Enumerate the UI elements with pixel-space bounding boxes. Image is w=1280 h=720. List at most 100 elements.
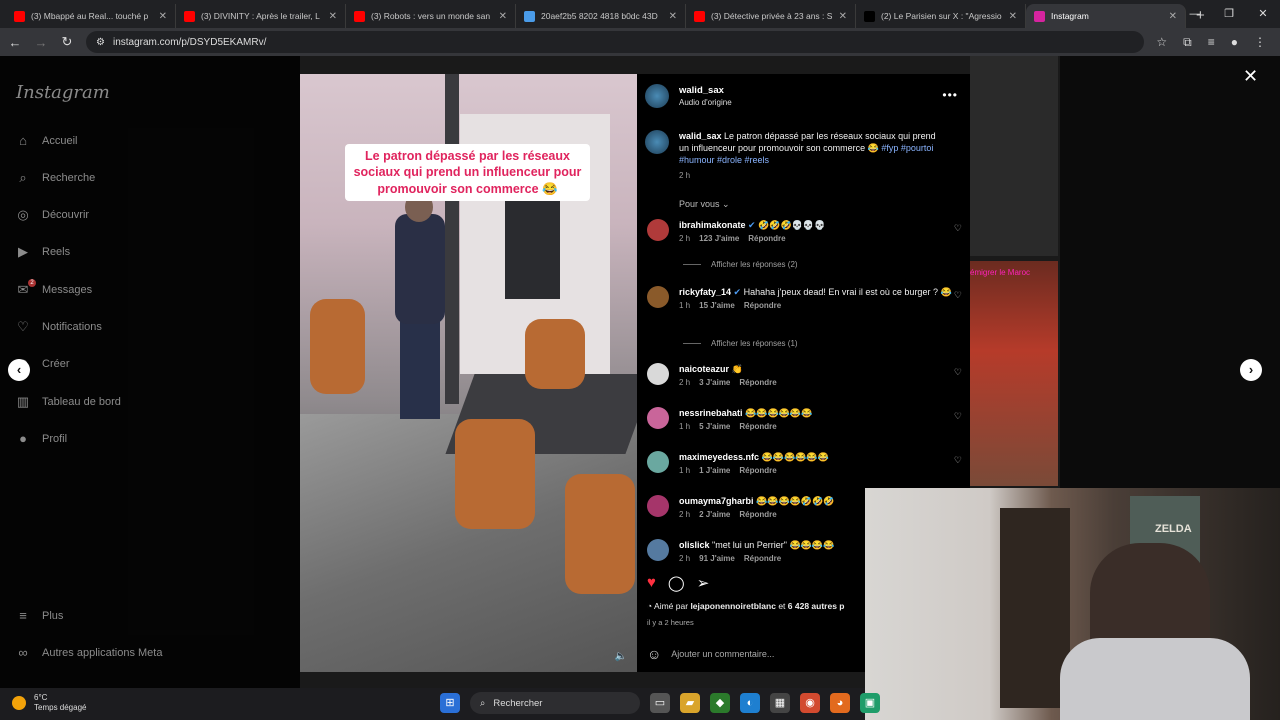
mute-icon[interactable]: 🔈 <box>615 651 627 662</box>
previous-post-arrow-icon[interactable]: ‹ <box>8 359 30 381</box>
media-control-icon[interactable]: ≡ <box>1208 35 1215 50</box>
sidebar-item-notifications[interactable]: ♡ Notifications <box>16 320 102 334</box>
audio-label[interactable]: Audio d'origine <box>679 98 732 107</box>
extensions-icon[interactable]: ⧉ <box>1183 35 1192 50</box>
weather-widget[interactable]: 6°C Temps dégagé <box>12 693 86 714</box>
commenter-username[interactable]: rickyfaty_14 <box>679 287 731 297</box>
tab-close-icon[interactable]: ✕ <box>1009 11 1017 22</box>
comment-icon[interactable]: ◯ <box>668 574 685 592</box>
tab-close-icon[interactable]: ✕ <box>669 11 677 22</box>
profile-avatar-icon[interactable]: ● <box>1231 35 1238 50</box>
comment-like-heart-icon[interactable]: ♡ <box>954 290 962 301</box>
firefox-icon[interactable]: ◕ <box>830 693 850 713</box>
sidebar-item-plus[interactable]: ≡ Plus <box>16 609 63 623</box>
sidebar-item-d-couvrir[interactable]: ◎ Découvrir <box>16 208 89 222</box>
sidebar-item-profil[interactable]: ● Profil <box>16 432 67 446</box>
commenter-username[interactable]: ibrahimakonate <box>679 220 746 230</box>
sidebar-item-accueil[interactable]: ⌂ Accueil <box>16 134 77 148</box>
comment-sort-dropdown[interactable]: Pour vous ⌄ <box>679 199 730 210</box>
commenter-username[interactable]: oumayma7gharbi <box>679 496 754 506</box>
browser-tab[interactable]: (3) Robots : vers un monde san ✕ <box>346 4 516 28</box>
commenter-avatar[interactable] <box>647 451 669 473</box>
restore-icon[interactable]: ❐ <box>1212 0 1246 28</box>
back-icon[interactable]: ← <box>8 35 22 50</box>
comment-like-heart-icon[interactable]: ♡ <box>954 223 962 234</box>
site-info-icon[interactable]: ⚙ <box>96 37 105 48</box>
liked-by-user[interactable]: lejaponennoiretblanc <box>690 601 776 611</box>
browser-tab[interactable]: (3) Détective privée à 23 ans : S ✕ <box>686 4 856 28</box>
taskbar-search[interactable]: ⌕ Rechercher <box>470 692 640 714</box>
comment-likes[interactable]: 123 J'aime <box>699 234 739 243</box>
sidebar-item-messages[interactable]: ✉ 2 Messages <box>16 279 92 297</box>
sidebar-item-tableau-de-bord[interactable]: ▥ Tableau de bord <box>16 395 121 409</box>
browser-tab[interactable]: (2) Le Parisien sur X : "Agressio ✕ <box>856 4 1026 28</box>
bookmark-star-icon[interactable]: ☆ <box>1156 35 1167 50</box>
commenter-avatar[interactable] <box>647 495 669 517</box>
author-avatar[interactable] <box>645 130 669 154</box>
forward-icon[interactable]: → <box>34 35 48 50</box>
liked-by-count[interactable]: 6 428 autres p <box>788 601 845 611</box>
view-replies-button[interactable]: Afficher les réponses (2) <box>683 260 798 269</box>
add-comment-bar[interactable]: ☺ Ajouter un commentaire... <box>647 646 774 662</box>
tab-close-icon[interactable]: ✕ <box>839 11 847 22</box>
next-post-arrow-icon[interactable]: › <box>1240 359 1262 381</box>
reel-video[interactable]: Le patron dépassé par les réseaux sociau… <box>300 74 637 672</box>
minimize-icon[interactable]: — <box>1178 0 1212 28</box>
windows-start-icon[interactable]: ⊞ <box>440 693 460 713</box>
comment-like-heart-icon[interactable]: ♡ <box>954 455 962 466</box>
emoji-icon[interactable]: ☺ <box>647 646 661 662</box>
commenter-username[interactable]: olislick <box>679 540 710 550</box>
comment-likes[interactable]: 2 J'aime <box>699 510 730 519</box>
url-bar[interactable]: ⚙ instagram.com/p/DSYD5EKAMRv/ <box>86 31 1145 53</box>
commenter-username[interactable]: nessrinebahati <box>679 408 743 418</box>
task-view-icon[interactable]: ▭ <box>650 693 670 713</box>
reply-button[interactable]: Répondre <box>739 422 776 431</box>
commenter-avatar[interactable] <box>647 363 669 385</box>
sidebar-item-autres-applications-meta[interactable]: ∞ Autres applications Meta <box>16 646 162 660</box>
author-username[interactable]: walid_sax <box>679 85 732 96</box>
comment-likes[interactable]: 5 J'aime <box>699 422 730 431</box>
commenter-avatar[interactable] <box>647 286 669 308</box>
comment-likes[interactable]: 3 J'aime <box>699 378 730 387</box>
tab-close-icon[interactable]: ✕ <box>159 11 167 22</box>
chrome-icon[interactable]: ◉ <box>800 693 820 713</box>
browser-tab[interactable]: (3) DIVINITY : Après le trailer, L ✕ <box>176 4 346 28</box>
reply-button[interactable]: Répondre <box>739 510 776 519</box>
instagram-logo[interactable]: Instagram <box>16 82 110 103</box>
edge-icon[interactable]: ◐ <box>740 693 760 713</box>
commenter-avatar[interactable] <box>647 407 669 429</box>
commenter-avatar[interactable] <box>647 539 669 561</box>
reply-button[interactable]: Répondre <box>739 378 776 387</box>
caption-username[interactable]: walid_sax <box>679 131 722 141</box>
menu-dots-icon[interactable]: ⋮ <box>1254 35 1266 50</box>
comment-likes[interactable]: 15 J'aime <box>699 301 735 310</box>
tab-close-icon[interactable]: ✕ <box>1169 11 1177 22</box>
add-comment-input[interactable]: Ajouter un commentaire... <box>671 649 774 659</box>
store-icon[interactable]: ▦ <box>770 693 790 713</box>
comment-likes[interactable]: 91 J'aime <box>699 554 735 563</box>
tab-close-icon[interactable]: ✕ <box>499 11 507 22</box>
author-avatar[interactable] <box>645 84 669 108</box>
close-window-icon[interactable]: ✕ <box>1246 0 1280 28</box>
share-icon[interactable]: ➢ <box>697 574 710 592</box>
comment-likes[interactable]: 1 J'aime <box>699 466 730 475</box>
browser-tab[interactable]: 20aef2b5 8202 4818 b0dc 43D ✕ <box>516 4 686 28</box>
reload-icon[interactable]: ↻ <box>60 34 74 50</box>
nvidia-icon[interactable]: ◆ <box>710 693 730 713</box>
file-explorer-icon[interactable]: ▰ <box>680 693 700 713</box>
commenter-username[interactable]: naicoteazur <box>679 364 729 374</box>
browser-tab[interactable]: Instagram ✕ <box>1026 4 1186 28</box>
commenter-avatar[interactable] <box>647 219 669 241</box>
close-post-icon[interactable]: ✕ <box>1243 66 1258 87</box>
like-heart-icon[interactable]: ♥ <box>647 574 656 592</box>
reply-button[interactable]: Répondre <box>739 466 776 475</box>
comment-like-heart-icon[interactable]: ♡ <box>954 411 962 422</box>
reply-button[interactable]: Répondre <box>744 554 781 563</box>
view-replies-button[interactable]: Afficher les réponses (1) <box>683 339 798 348</box>
more-options-icon[interactable]: ••• <box>942 88 958 102</box>
reply-button[interactable]: Répondre <box>744 301 781 310</box>
commenter-username[interactable]: maximeyedess.nfc <box>679 452 759 462</box>
app-icon[interactable]: ▣ <box>860 693 880 713</box>
sidebar-item-recherche[interactable]: ⌕ Recherche <box>16 171 95 185</box>
reply-button[interactable]: Répondre <box>748 234 785 243</box>
